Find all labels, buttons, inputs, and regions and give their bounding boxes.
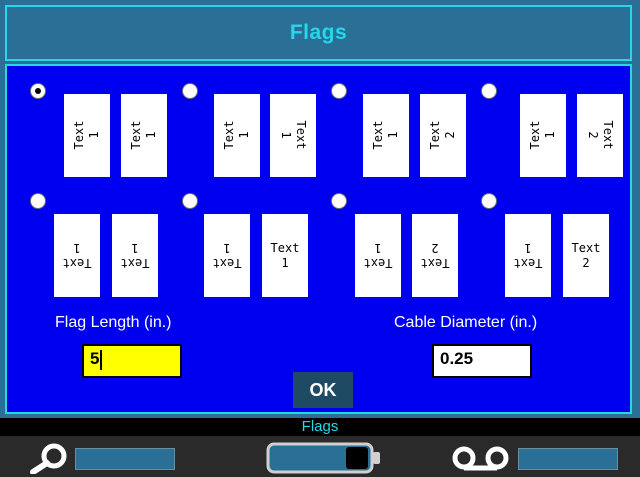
flag-option-4-flag-a: Text 1 [520,94,566,177]
flag-option-8-radio[interactable] [481,193,497,209]
flag-text: Text 2 [586,120,615,149]
flag-length-value: 5 [90,349,100,368]
options-panel: Text 1 Text 1 Text 1 Text 1 Text 1 Text … [5,64,632,414]
flag-text: Text 1 [222,120,251,149]
flag-option-4-radio[interactable] [481,83,497,99]
flag-text: Text 1 [129,120,158,149]
ok-button[interactable]: OK [293,372,353,408]
flag-option-2-flag-a: Text 1 [214,94,260,177]
zoom-meter [75,448,175,470]
flag-text: Text 1 [72,120,101,149]
title-bar: Flags [5,5,632,61]
flag-option-7-flag-a: Text 1 [355,214,401,297]
status-bar [0,436,640,477]
flag-length-label: Flag Length (in.) [55,314,172,331]
text-cursor [100,349,103,370]
flag-option-3-flag-b: Text 2 [420,94,466,177]
tape-cassette-icon [452,446,509,471]
flag-text: Text 1 [120,240,150,270]
flag-option-1-radio[interactable] [30,83,46,99]
flag-option-6-flag-b: Text 1 [262,214,308,297]
flag-option-6-flag-a: Text 1 [204,214,250,297]
flag-text: Text 2 [420,240,450,270]
flag-text: Text 2 [571,240,601,270]
flag-option-8-flag-b: Text 2 [563,214,609,297]
flag-option-6-radio[interactable] [182,193,198,209]
flag-option-5-flag-b: Text 1 [112,214,158,297]
flag-option-7-radio[interactable] [331,193,347,209]
cable-diameter-input[interactable]: 0.25 [432,344,532,378]
tape-meter [518,448,618,470]
flag-option-4-flag-b: Text 2 [577,94,623,177]
dialog-title: Flags [289,21,348,44]
flag-option-5-flag-a: Text 1 [54,214,100,297]
flag-length-input[interactable]: 5 [82,344,182,378]
cable-diameter-value: 0.25 [440,349,474,368]
flag-option-2-flag-b: Text 1 [270,94,316,177]
flags-dialog: Flags Text 1 Text 1 Text 1 Text 1 Text 1… [0,0,640,418]
flag-option-1-flag-b: Text 1 [121,94,167,177]
flag-option-2-radio[interactable] [182,83,198,99]
battery-icon [266,442,380,474]
flag-text: Text 1 [528,120,557,149]
flag-option-7-flag-b: Text 2 [412,214,458,297]
flag-text: Text 2 [428,120,457,149]
flag-option-1-flag-a: Text 1 [64,94,110,177]
flag-option-5-radio[interactable] [30,193,46,209]
magnifier-icon [30,443,67,474]
flag-text: Text 1 [270,240,300,270]
flag-option-3-flag-a: Text 1 [363,94,409,177]
cable-diameter-label: Cable Diameter (in.) [394,314,538,331]
flag-option-8-flag-a: Text 1 [505,214,551,297]
flag-option-3-radio[interactable] [331,83,347,99]
flag-text: Text 1 [279,120,308,149]
mode-label: Flags [301,418,339,435]
flag-text: Text 1 [371,120,400,149]
